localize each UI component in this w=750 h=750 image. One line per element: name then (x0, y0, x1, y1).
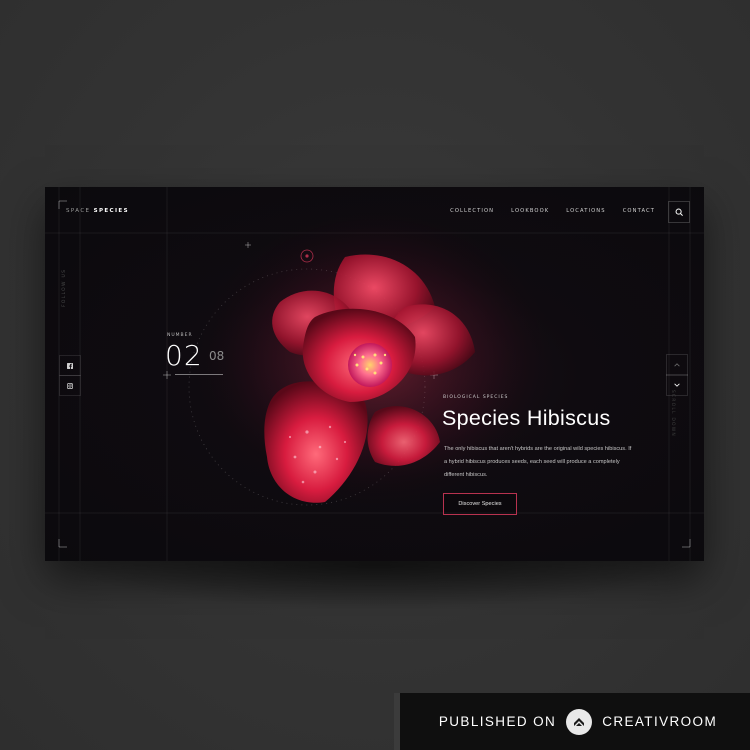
page-background: SPACE SPECIES COLLECTION LOOKBOOK LOCATI… (0, 0, 750, 750)
nav-item-contact[interactable]: CONTACT (623, 208, 655, 214)
hero-title: Species Hibiscus (442, 406, 611, 430)
nav-item-collection[interactable]: COLLECTION (450, 208, 494, 214)
brand-name: SPECIES (93, 208, 129, 214)
brand-logo[interactable]: SPACE SPECIES (66, 208, 129, 214)
slide-progress-line (175, 374, 223, 375)
brand-prefix: SPACE (66, 208, 91, 214)
nav-item-locations[interactable]: LOCATIONS (566, 208, 605, 214)
instagram-icon (67, 382, 73, 389)
chevron-up-icon (674, 363, 680, 367)
hero-description: The only hibiscus that aren't hybrids ar… (444, 446, 632, 478)
website-card: SPACE SPECIES COLLECTION LOOKBOOK LOCATI… (45, 187, 704, 561)
slide-current: 02 (165, 339, 203, 372)
slide-total: 08 (209, 349, 225, 363)
search-icon (675, 208, 683, 216)
facebook-icon (67, 362, 73, 369)
chevron-down-icon (674, 383, 680, 387)
discover-species-button[interactable]: Discover Species (443, 493, 517, 515)
slide-number-label: NUMBER (167, 333, 193, 338)
search-button[interactable] (668, 201, 690, 223)
scroll-down-vertical: SCROLL DOWN (670, 389, 675, 437)
creativroom-logo-icon (566, 708, 593, 735)
instagram-button[interactable] (59, 375, 81, 396)
creativroom-label: CREATIVROOM (602, 714, 718, 729)
follow-us-vertical: FOLLOW US (62, 268, 67, 307)
facebook-button[interactable] (59, 355, 81, 376)
published-on-label: PUBLISHED ON (438, 714, 557, 729)
main-nav: COLLECTION LOOKBOOK LOCATIONS CONTACT (450, 208, 655, 214)
hero-kicker: BIOLOGICAL SPECIES (443, 395, 509, 400)
nav-item-lookbook[interactable]: LOOKBOOK (511, 208, 549, 214)
decorative-grid (45, 187, 704, 561)
slide-prev-button[interactable] (666, 354, 688, 376)
published-badge[interactable]: PUBLISHED ON CREATIVROOM (394, 693, 750, 750)
